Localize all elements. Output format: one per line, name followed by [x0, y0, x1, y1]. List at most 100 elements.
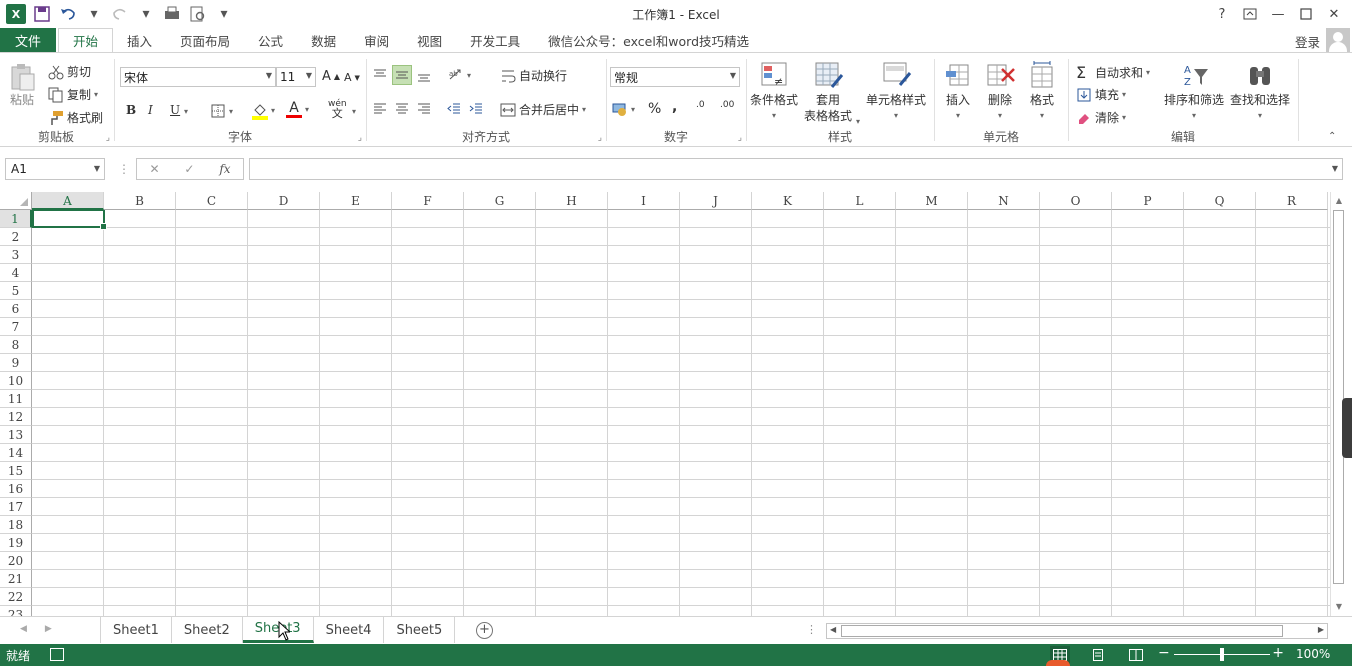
column-header[interactable]: F: [392, 192, 464, 210]
scroll-right-icon[interactable]: ▶: [1318, 625, 1324, 634]
horizontal-scroll-thumb[interactable]: [841, 625, 1283, 637]
align-middle-button[interactable]: [392, 65, 412, 85]
undo-dropdown-icon[interactable]: ▾: [84, 4, 104, 24]
tab-3[interactable]: 公式: [244, 28, 297, 53]
increase-decimal-button[interactable]: .0: [696, 101, 705, 110]
row-header[interactable]: 8: [0, 336, 32, 354]
side-panel-handle[interactable]: [1342, 398, 1352, 458]
align-top-button[interactable]: [372, 67, 388, 83]
row-header[interactable]: 18: [0, 516, 32, 534]
save-icon[interactable]: [32, 4, 52, 24]
column-header[interactable]: B: [104, 192, 176, 210]
underline-dropdown-icon[interactable]: ▾: [184, 107, 188, 116]
insert-function-button[interactable]: fx: [219, 162, 230, 176]
row-header[interactable]: 21: [0, 570, 32, 588]
zoom-slider[interactable]: − +: [1156, 645, 1286, 663]
font-color-button[interactable]: A ▾: [286, 101, 309, 118]
row-header[interactable]: 3: [0, 246, 32, 264]
align-right-button[interactable]: [416, 101, 432, 117]
comma-style-button[interactable]: ,: [672, 99, 677, 115]
print-preview-icon[interactable]: [162, 4, 182, 24]
row-header[interactable]: 5: [0, 282, 32, 300]
column-header[interactable]: L: [824, 192, 896, 210]
tab-0[interactable]: 开始: [58, 28, 114, 53]
row-header[interactable]: 10: [0, 372, 32, 390]
font-size-select[interactable]: 11 ▼: [276, 67, 316, 87]
column-header[interactable]: N: [968, 192, 1040, 210]
fill-button[interactable]: 填充 ▾: [1076, 86, 1126, 103]
prev-sheet-icon[interactable]: ◀: [20, 624, 27, 634]
row-header[interactable]: 14: [0, 444, 32, 462]
column-header[interactable]: G: [464, 192, 536, 210]
maximize-icon[interactable]: [1294, 3, 1318, 25]
accounting-format-button[interactable]: ▾: [612, 101, 635, 117]
number-launcher-icon[interactable]: ⌟: [738, 133, 742, 143]
row-header[interactable]: 17: [0, 498, 32, 516]
active-cell-a1[interactable]: [32, 209, 107, 230]
phonetic-dropdown-icon[interactable]: ▾: [352, 107, 356, 116]
undo-icon[interactable]: [58, 4, 78, 24]
column-header[interactable]: I: [608, 192, 680, 210]
collapse-ribbon-icon[interactable]: ⌃: [1328, 131, 1336, 142]
column-header[interactable]: P: [1112, 192, 1184, 210]
row-header[interactable]: 15: [0, 462, 32, 480]
row-header[interactable]: 9: [0, 354, 32, 372]
tab-2[interactable]: 页面布局: [166, 28, 244, 53]
percent-style-button[interactable]: %: [648, 101, 661, 117]
sheet-tab[interactable]: Sheet4: [314, 617, 385, 643]
increase-indent-button[interactable]: [468, 101, 484, 117]
scroll-left-icon[interactable]: ◀: [830, 625, 836, 634]
column-header[interactable]: J: [680, 192, 752, 210]
format-as-table-button[interactable]: 套用 表格格式: [804, 61, 852, 123]
row-header[interactable]: 11: [0, 390, 32, 408]
wrap-text-button[interactable]: 自动换行: [500, 67, 567, 84]
row-header[interactable]: 6: [0, 300, 32, 318]
close-icon[interactable]: ✕: [1322, 3, 1346, 25]
copy-button[interactable]: 复制 ▾: [48, 86, 98, 103]
next-sheet-icon[interactable]: ▶: [45, 624, 52, 634]
column-header[interactable]: A: [32, 192, 104, 210]
row-header[interactable]: 1: [0, 210, 32, 228]
number-format-select[interactable]: 常规 ▼: [610, 67, 740, 87]
excel-logo-icon[interactable]: X: [6, 4, 26, 24]
tab-split-handle-icon[interactable]: ⋮: [806, 623, 817, 636]
column-header[interactable]: K: [752, 192, 824, 210]
confirm-entry-icon[interactable]: ✓: [184, 162, 194, 176]
vertical-scroll-thumb[interactable]: [1333, 210, 1344, 584]
scroll-down-icon[interactable]: ▼: [1333, 602, 1345, 614]
format-painter-button[interactable]: 格式刷: [48, 109, 103, 126]
zoom-in-icon[interactable]: +: [1272, 645, 1284, 661]
format-cells-button[interactable]: 格式 ▾: [1026, 61, 1058, 123]
insert-cells-button[interactable]: 插入 ▾: [942, 61, 974, 123]
tab-file[interactable]: 文件: [0, 28, 56, 53]
zoom-out-icon[interactable]: −: [1158, 645, 1170, 661]
cell-area[interactable]: [32, 210, 1330, 616]
select-all-button[interactable]: [0, 192, 32, 210]
horizontal-scrollbar[interactable]: ◀ ▶: [826, 623, 1328, 639]
row-header[interactable]: 22: [0, 588, 32, 606]
tab-1[interactable]: 插入: [113, 28, 166, 53]
zoom-level[interactable]: 100%: [1296, 647, 1330, 661]
login-link[interactable]: 登录: [1295, 32, 1320, 51]
italic-button[interactable]: I: [148, 103, 153, 117]
find-select-button[interactable]: 查找和选择 ▾: [1230, 61, 1290, 123]
phonetic-guide-button[interactable]: wén 文: [328, 99, 347, 119]
row-header[interactable]: 23: [0, 606, 32, 616]
minimize-icon[interactable]: —: [1266, 3, 1290, 25]
font-launcher-icon[interactable]: ⌟: [358, 133, 362, 143]
merge-center-button[interactable]: 合并后居中 ▾: [500, 101, 586, 118]
help-button[interactable]: ?: [1210, 3, 1234, 25]
underline-button[interactable]: U: [170, 103, 180, 117]
bold-button[interactable]: B: [126, 103, 136, 117]
macro-record-icon[interactable]: [50, 648, 64, 661]
column-header[interactable]: E: [320, 192, 392, 210]
formula-bar-splitter-icon[interactable]: ⋮: [118, 162, 130, 176]
delete-cells-button[interactable]: 删除 ▾: [984, 61, 1016, 123]
sheet-tab[interactable]: Sheet2: [172, 617, 243, 643]
cell-styles-button[interactable]: 单元格样式 ▾: [866, 61, 926, 123]
ribbon-display-options-icon[interactable]: [1238, 3, 1262, 25]
row-header[interactable]: 16: [0, 480, 32, 498]
alignment-launcher-icon[interactable]: ⌟: [598, 133, 602, 143]
customize-qat-icon[interactable]: ▾: [214, 4, 234, 24]
name-box[interactable]: A1 ▼: [5, 158, 105, 180]
